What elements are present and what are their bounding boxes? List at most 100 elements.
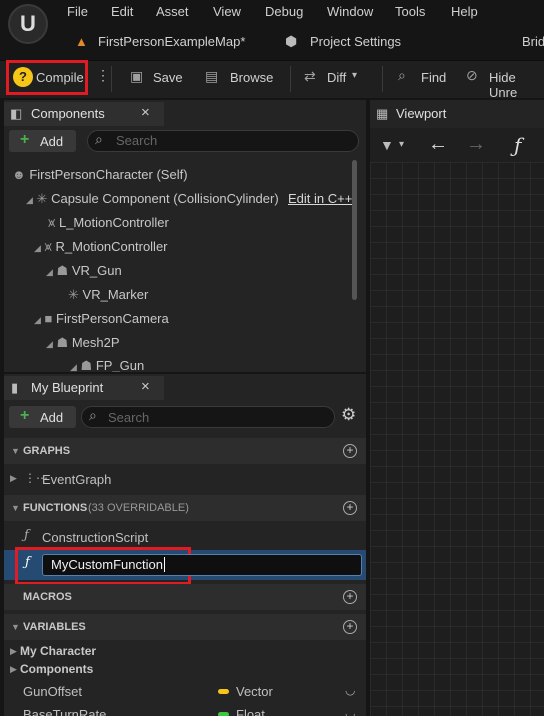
variable-type-pill <box>218 689 229 694</box>
viewport-icon: ▦ <box>376 106 389 121</box>
edit-in-cpp-link[interactable]: Edit in C++ <box>288 191 352 206</box>
tree-label: FirstPersonCamera <box>56 311 169 326</box>
add-graph-icon[interactable]: + <box>343 444 357 458</box>
settings-icon: ⬢ <box>285 33 298 49</box>
function-icon: ƒ <box>25 555 30 570</box>
compile-button[interactable]: Compile <box>36 70 84 85</box>
tab-map[interactable]: FirstPersonExampleMap* <box>98 34 245 49</box>
diff-button[interactable]: Diff <box>327 70 346 85</box>
variable-category[interactable]: Components <box>20 662 93 676</box>
expand-icon[interactable]: ◢ <box>46 339 53 349</box>
expand-icon[interactable]: ◢ <box>34 243 41 253</box>
tree-item-vr-gun[interactable]: ◢ ☗ VR_Gun <box>46 263 122 279</box>
graph-canvas[interactable] <box>370 162 544 716</box>
components-title: Components <box>31 106 105 121</box>
variable-name[interactable]: BaseTurnRate <box>23 707 106 716</box>
close-icon[interactable]: × <box>141 104 150 121</box>
visibility-eye-icon[interactable]: ◡ <box>345 683 355 697</box>
tree-item-self[interactable]: ☻ FirstPersonCharacter (Self) <box>12 167 188 182</box>
tree-label: FirstPersonCharacter (Self) <box>29 167 188 182</box>
chevron-down-icon[interactable]: ▾ <box>399 139 404 150</box>
expand-icon[interactable]: ▶ <box>10 664 17 675</box>
expand-icon[interactable]: ◢ <box>26 195 33 205</box>
blueprint-search-placeholder: Search <box>108 410 150 425</box>
unreal-logo-icon[interactable]: U <box>8 4 48 44</box>
functions-overridable-count: (33 OVERRIDABLE) <box>88 502 189 514</box>
skeletal-mesh-icon: ☗ <box>80 359 93 372</box>
menu-debug[interactable]: Debug <box>265 4 303 19</box>
tree-item-camera[interactable]: ◢ ■ FirstPersonCamera <box>34 311 169 326</box>
menu-window[interactable]: Window <box>327 4 373 19</box>
construction-script-item[interactable]: ConstructionScript <box>42 530 148 545</box>
tree-label: L_MotionController <box>58 215 169 230</box>
expand-icon[interactable]: ◢ <box>70 362 77 372</box>
tree-item-l-motioncontroller[interactable]: ⩙ L_MotionController <box>48 215 169 231</box>
menu-help[interactable]: Help <box>451 4 478 19</box>
hide-unrelated-button[interactable]: Hide Unre <box>489 70 544 100</box>
diff-icon: ⇄ <box>304 68 316 84</box>
tab-project-settings[interactable]: Project Settings <box>310 34 401 49</box>
gear-icon[interactable]: ⚙ <box>341 405 356 425</box>
variable-row-clip: BaseTurnRate Float ◡ <box>4 704 366 716</box>
skeletal-mesh-icon: ☗ <box>56 335 69 350</box>
tab-bridge[interactable]: Brid <box>522 34 544 49</box>
expand-icon[interactable]: ◢ <box>46 267 53 277</box>
plus-icon: + <box>20 407 30 424</box>
components-icon: ◧ <box>10 106 23 121</box>
motion-controller-icon: ⩙ <box>48 215 56 230</box>
variables-header-label: VARIABLES <box>23 621 86 633</box>
event-graph-item[interactable]: EventGraph <box>42 472 111 487</box>
tree-item-vr-marker[interactable]: ✳ VR_Marker <box>68 287 148 303</box>
tree-item-capsule[interactable]: ◢ ✳ Capsule Component (CollisionCylinder… <box>26 191 279 207</box>
browse-button[interactable]: Browse <box>230 70 273 85</box>
expand-icon[interactable]: ▶ <box>10 646 17 657</box>
menu-asset[interactable]: Asset <box>156 4 189 19</box>
back-arrow-icon[interactable]: ← <box>428 133 448 156</box>
menu-tools[interactable]: Tools <box>395 4 425 19</box>
menu-edit[interactable]: Edit <box>111 4 133 19</box>
hide-icon: ⊘ <box>466 67 478 83</box>
skeletal-mesh-icon: ☗ <box>56 263 69 278</box>
toolbar-divider <box>111 66 112 92</box>
variable-type[interactable]: Float <box>236 707 265 716</box>
expand-icon[interactable]: ▶ <box>10 473 17 484</box>
map-icon: ▲ <box>75 34 88 49</box>
chevron-down-icon[interactable]: ▾ <box>352 70 357 81</box>
save-button[interactable]: Save <box>153 70 183 85</box>
find-icon: ⌕ <box>398 67 406 83</box>
collapse-icon[interactable]: ▼ <box>11 446 20 456</box>
variable-category[interactable]: My Character <box>20 644 96 658</box>
collapse-icon[interactable]: ▼ <box>11 503 20 513</box>
compile-options-icon[interactable]: ⋮ <box>96 67 110 84</box>
compile-status-icon: ? <box>13 67 33 87</box>
expand-icon[interactable]: ◢ <box>34 315 41 325</box>
variable-type[interactable]: Vector <box>236 684 273 699</box>
save-icon: ▣ <box>130 68 144 84</box>
search-icon: ⌕ <box>95 131 103 147</box>
function-icon[interactable]: ƒ <box>514 133 521 157</box>
forward-arrow-icon[interactable]: → <box>466 133 486 156</box>
menu-file[interactable]: File <box>67 4 88 19</box>
add-function-icon[interactable]: + <box>343 501 357 515</box>
bookmark-icon[interactable]: ▼ <box>380 137 394 153</box>
close-icon[interactable]: × <box>141 378 150 395</box>
variable-name[interactable]: GunOffset <box>23 684 82 699</box>
tree-item-mesh2p[interactable]: ◢ ☗ Mesh2P <box>46 335 120 351</box>
tree-label: Capsule Component (CollisionCylinder) <box>51 191 279 206</box>
viewport-tab[interactable]: Viewport <box>396 106 446 121</box>
collapse-icon[interactable]: ▼ <box>11 622 20 632</box>
find-button[interactable]: Find <box>421 70 446 85</box>
plus-icon: + <box>20 131 30 148</box>
add-macro-icon[interactable]: + <box>343 590 357 604</box>
tree-item-r-motioncontroller[interactable]: ◢ ⩙ R_MotionController <box>34 239 168 255</box>
book-icon: ▮ <box>11 380 19 395</box>
menu-view[interactable]: View <box>213 4 241 19</box>
visibility-eye-icon[interactable]: ◡ <box>345 706 355 716</box>
components-scrollbar[interactable] <box>352 160 357 300</box>
graphs-header-label: GRAPHS <box>23 445 71 457</box>
components-search-placeholder: Search <box>116 133 158 148</box>
tree-item-fp-gun[interactable]: ◢ ☗ FP_Gun <box>70 359 144 372</box>
my-blueprint-title: My Blueprint <box>31 380 104 395</box>
add-variable-icon[interactable]: + <box>343 620 357 634</box>
functions-header-label: FUNCTIONS <box>23 502 88 514</box>
